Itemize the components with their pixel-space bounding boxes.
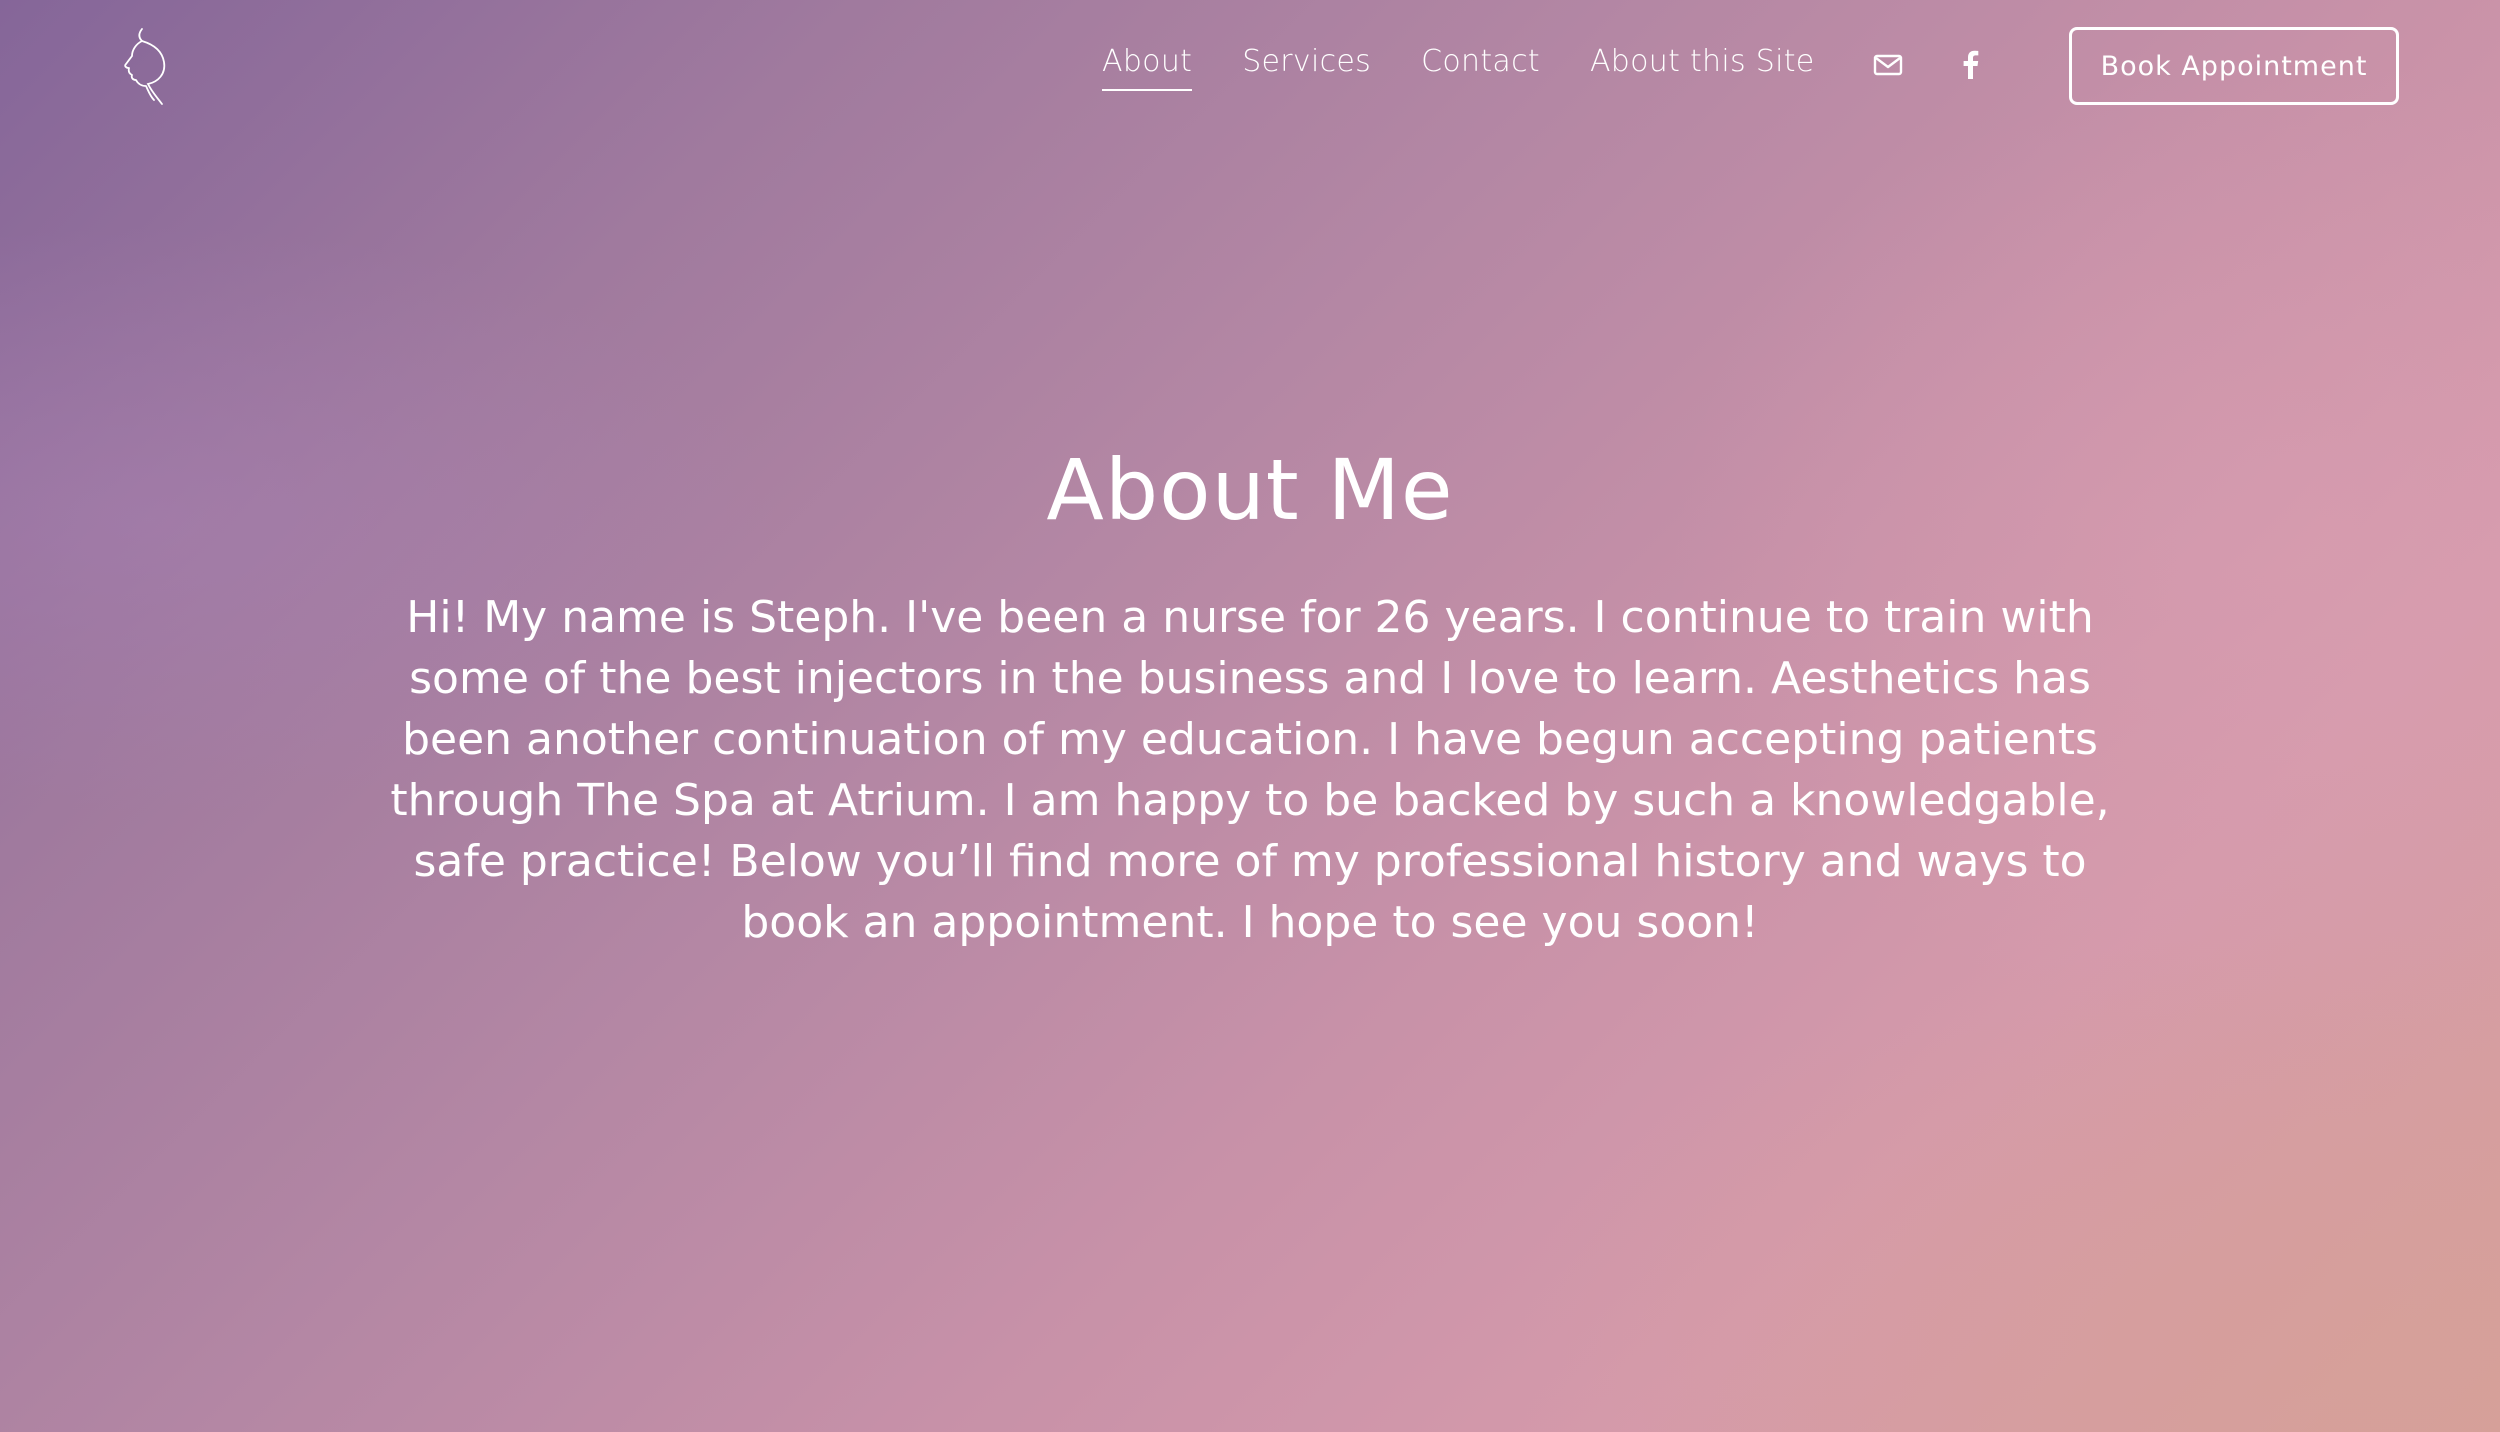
email-icon[interactable] — [1872, 48, 1904, 82]
page-title: About Me — [1046, 441, 1454, 539]
nav-link-about[interactable]: About — [1102, 44, 1193, 91]
site-header: About Services Contact About this Site B… — [0, 0, 2500, 140]
nav-link-services[interactable]: Services — [1242, 44, 1371, 89]
face-profile-logo-icon[interactable] — [112, 26, 170, 106]
about-paragraph: Hi! My name is Steph. I've been a nurse … — [390, 591, 2110, 948]
book-appointment-button[interactable]: Book Appointment — [2069, 27, 2399, 105]
nav-link-about-this-site[interactable]: About this Site — [1590, 44, 1815, 89]
about-section: About Me Hi! My name is Steph. I've been… — [0, 440, 2500, 953]
facebook-icon[interactable] — [1954, 48, 1986, 82]
nav-link-contact[interactable]: Contact — [1421, 44, 1540, 89]
main-nav: About Services Contact About this Site — [1102, 44, 1865, 91]
social-links — [1872, 48, 2036, 82]
